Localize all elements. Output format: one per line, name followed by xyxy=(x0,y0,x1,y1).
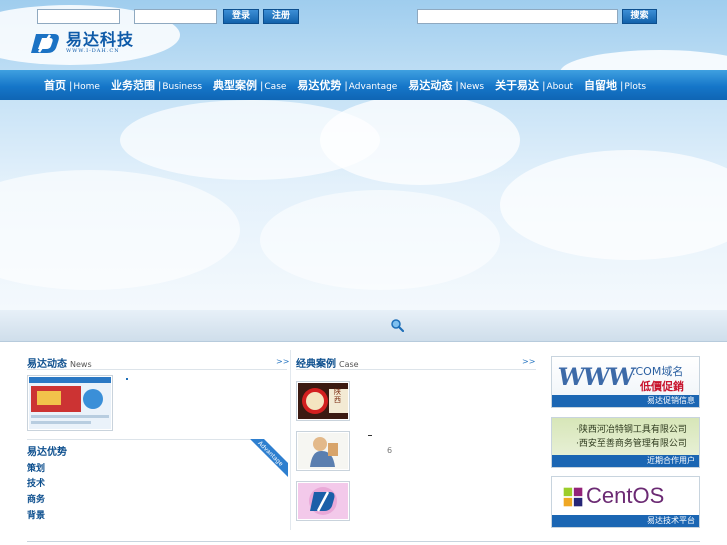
case-badge-text: 陕西 xyxy=(334,388,341,404)
advantage-item[interactable]: 策划 xyxy=(27,461,45,474)
nav-label: 关于易达 xyxy=(495,79,540,92)
search-icon xyxy=(391,319,404,332)
nav-label-en: News xyxy=(459,82,485,92)
platform-brand: CentOS xyxy=(586,483,665,508)
case-more-link[interactable]: >> xyxy=(522,357,535,366)
password-input[interactable] xyxy=(134,9,217,24)
nav-news[interactable]: 易达动态 | News xyxy=(408,77,484,93)
nav-business[interactable]: 业务范围 | Business xyxy=(111,77,202,93)
cloud xyxy=(320,95,520,185)
centos-logo-icon xyxy=(563,487,583,507)
news-more-link[interactable]: >> xyxy=(276,357,289,366)
case-thumbnail[interactable] xyxy=(296,481,350,521)
nav-separator: | xyxy=(542,81,546,92)
advantage-tab[interactable]: Advantage xyxy=(250,439,288,477)
nav-label: 首页 xyxy=(44,79,66,92)
main-nav: 首页 | Home 业务范围 | Business 典型案例 | Case 易达优势 | Adv… xyxy=(0,70,727,100)
case-thumbnail[interactable] xyxy=(296,431,350,471)
advantage-item[interactable]: 技术 xyxy=(27,476,45,489)
cloud xyxy=(0,170,240,290)
platform-caption: 易达技术平台 xyxy=(552,515,699,527)
nav-advantage[interactable]: 易达优势 | Advantage xyxy=(297,77,397,93)
promo-ad-partners[interactable]: ·陕西河冶特钢工具有限公司 ·西安至善商务管理有限公司 近期合作用户 xyxy=(551,417,700,468)
promo-ad-platform[interactable]: CentOS 易达技术平台 xyxy=(551,476,700,528)
case-marker xyxy=(368,435,372,436)
cloud xyxy=(260,190,500,290)
case-title-en: Case xyxy=(339,360,359,369)
advantage-section-title: 易达优势 xyxy=(27,447,67,458)
nav-label: 自留地 xyxy=(584,79,618,92)
promo-caption: 易达促销信息 xyxy=(552,395,699,407)
nav-label-en: Plots xyxy=(624,82,647,92)
nav-label: 易达动态 xyxy=(408,79,453,92)
divider xyxy=(27,439,250,440)
nav-about[interactable]: 关于易达 | About xyxy=(495,77,573,93)
nav-label-en: Home xyxy=(73,82,100,92)
news-thumbnail[interactable] xyxy=(27,375,113,431)
promo-ad-domain[interactable]: WWW .COM域名 低價促銷 易达促销信息 xyxy=(551,356,700,408)
site-logo[interactable]: 易达科技 WWW.I-DAH.CN xyxy=(30,32,134,54)
case-thumbnail-image xyxy=(298,483,348,519)
promo-headline: .COM域名 xyxy=(632,365,684,378)
nav-case[interactable]: 典型案例 | Case xyxy=(213,77,286,93)
divider xyxy=(27,369,287,370)
www-graphic: WWW xyxy=(555,362,635,391)
case-thumbnail[interactable]: 陕西 xyxy=(296,381,350,421)
nav-separator: | xyxy=(455,81,459,92)
promo-subheadline: 低價促銷 xyxy=(640,380,684,393)
partner-line: ·陕西河冶特钢工具有限公司 xyxy=(576,425,687,435)
logo-mark-icon xyxy=(31,34,59,53)
cloud xyxy=(500,150,727,260)
advantage-item[interactable]: 商务 xyxy=(27,492,45,505)
register-button[interactable]: 注册 xyxy=(263,9,299,24)
news-section-title: 易达动态 News xyxy=(27,355,92,370)
news-title-en: News xyxy=(70,360,92,369)
username-input[interactable] xyxy=(37,9,120,24)
partners-caption: 近期合作用户 xyxy=(552,455,699,467)
nav-separator: | xyxy=(620,81,624,92)
nav-separator: | xyxy=(260,81,264,92)
nav-label: 易达优势 xyxy=(297,79,342,92)
nav-home[interactable]: 首页 | Home xyxy=(44,77,100,93)
case-thumbnail-image xyxy=(298,433,348,469)
nav-label: 典型案例 xyxy=(213,79,258,92)
logo-name: 易达科技 xyxy=(66,30,135,49)
search-button[interactable]: 搜索 xyxy=(622,9,657,24)
login-search-bar xyxy=(0,310,727,342)
nav-plots[interactable]: 自留地 | Plots xyxy=(584,77,646,93)
nav-label: 业务范围 xyxy=(110,79,155,92)
nav-label-en: About xyxy=(546,82,574,92)
advantage-item[interactable]: 背景 xyxy=(27,508,45,521)
nav-label-en: Case xyxy=(264,82,287,92)
column-divider xyxy=(290,350,291,530)
nav-separator: | xyxy=(344,81,348,92)
nav-separator: | xyxy=(157,81,162,92)
news-thumbnail-image xyxy=(29,377,111,429)
footer-divider xyxy=(27,541,700,542)
case-section-title: 经典案例 Case xyxy=(296,355,359,370)
case-note: 6 xyxy=(387,446,393,455)
partner-line: ·西安至善商务管理有限公司 xyxy=(576,439,687,449)
news-bullet xyxy=(126,378,128,380)
divider xyxy=(296,369,536,370)
login-button[interactable]: 登录 xyxy=(223,9,259,24)
nav-label-en: Advantage xyxy=(348,82,398,92)
search-input[interactable] xyxy=(417,9,618,24)
nav-label-en: Business xyxy=(162,82,203,92)
nav-separator: | xyxy=(69,81,73,92)
